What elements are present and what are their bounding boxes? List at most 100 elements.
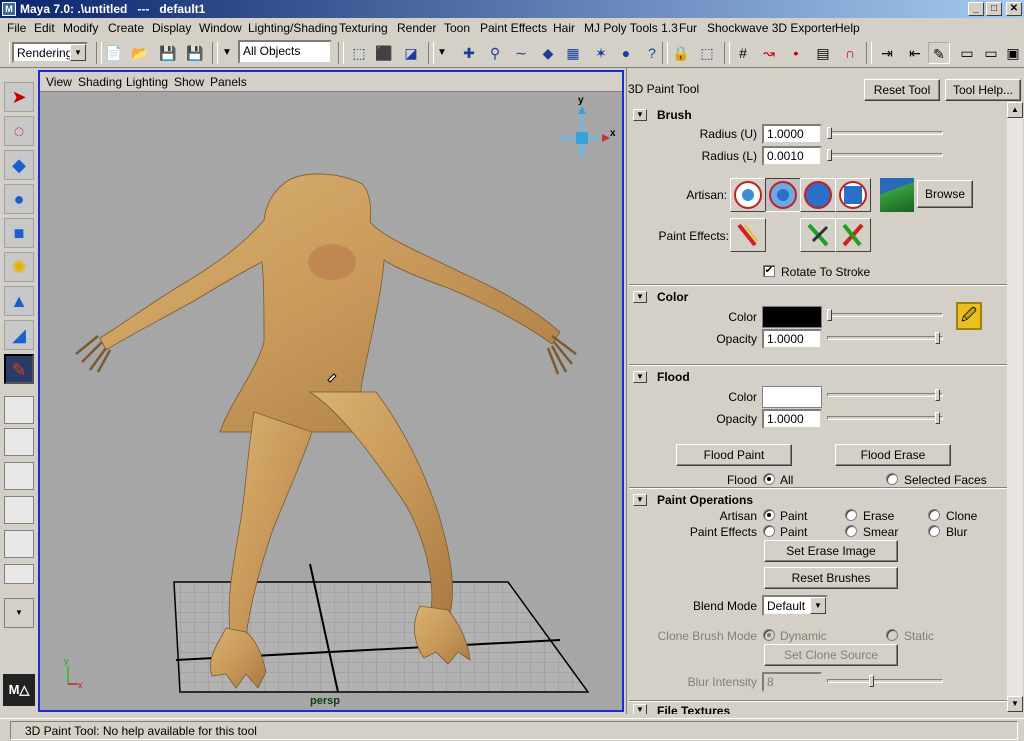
viewport-menu-show[interactable]: Show <box>174 75 204 89</box>
show-manip-icon[interactable]: ◢ <box>4 320 34 350</box>
menu-modify[interactable]: Modify <box>63 21 98 35</box>
snap-grid-icon[interactable]: # <box>732 42 754 64</box>
collapse-triangle-icon[interactable]: ▼ <box>633 291 647 303</box>
paint-effects-brush-icon[interactable] <box>730 218 766 252</box>
universal-manip-icon[interactable]: ✺ <box>4 252 34 282</box>
menu-render[interactable]: Render <box>397 21 436 35</box>
layout-persp-trax-icon[interactable] <box>4 564 34 584</box>
view-compass-icon[interactable] <box>560 106 610 158</box>
template-brush-icon[interactable] <box>835 218 871 252</box>
soft-mod-icon[interactable]: ▲ <box>4 286 34 316</box>
blur-intensity-field[interactable]: 8 <box>762 672 822 692</box>
deformations-icon[interactable]: ▦ <box>562 42 584 64</box>
eyedropper-icon[interactable]: 🖉 <box>956 302 982 330</box>
highlight-selection-icon[interactable]: ⬚ <box>696 42 718 64</box>
collapse-triangle-icon[interactable]: ▼ <box>633 371 647 383</box>
brush-square-icon[interactable] <box>835 178 871 212</box>
brush-solid-icon[interactable] <box>800 178 836 212</box>
viewport-scene[interactable]: y x y x persp <box>40 92 622 710</box>
save-scene-icon[interactable]: 💾 <box>157 42 179 64</box>
snap-point-icon[interactable]: • <box>785 42 807 64</box>
radius-u-field[interactable]: 1.0000 <box>762 124 822 144</box>
viewport-menu-view[interactable]: View <box>46 75 72 89</box>
scroll-up-icon[interactable]: ▲ <box>1007 102 1023 118</box>
menu-window[interactable]: Window <box>199 21 242 35</box>
menu-lighting-shading[interactable]: Lighting/Shading <box>248 21 337 35</box>
rendering-icon[interactable]: ● <box>615 42 637 64</box>
artisan-paint-radio[interactable] <box>763 509 775 521</box>
pe-paint-radio[interactable] <box>763 525 775 537</box>
curves-icon[interactable]: ∼ <box>510 42 532 64</box>
opacity-field[interactable]: 1.0000 <box>762 329 822 349</box>
maya-app-icon[interactable]: M <box>2 2 16 16</box>
menu-hair[interactable]: Hair <box>553 21 575 35</box>
dynamics-icon[interactable]: ✶ <box>590 42 612 64</box>
snap-view-plane-icon[interactable]: ▤ <box>812 42 834 64</box>
menu-paint-effects[interactable]: Paint Effects <box>480 21 547 35</box>
scale-tool-icon[interactable]: ■ <box>4 218 34 248</box>
mask-dropdown-icon[interactable]: ▼ <box>436 42 448 64</box>
layout-hypershade-icon[interactable] <box>4 530 34 558</box>
misc-help-icon[interactable]: ? <box>641 42 663 64</box>
blur-intensity-slider[interactable] <box>827 675 943 687</box>
set-erase-image-button[interactable]: Set Erase Image <box>764 540 898 562</box>
select-by-component-icon[interactable]: ◪ <box>400 42 422 64</box>
flood-section-header[interactable]: ▼ Flood <box>629 364 1007 386</box>
handles-icon[interactable]: ✚ <box>458 42 480 64</box>
paint-tool-icon[interactable]: ✎ <box>4 354 34 384</box>
flood-erase-button[interactable]: Flood Erase <box>835 444 951 466</box>
lasso-tool-icon[interactable]: ◌ <box>4 116 34 146</box>
menu-help[interactable]: Help <box>835 21 860 35</box>
collapse-triangle-icon[interactable]: ▼ <box>633 494 647 506</box>
menu-toon[interactable]: Toon <box>444 21 470 35</box>
artisan-clone-radio[interactable] <box>928 509 940 521</box>
menu-edit[interactable]: Edit <box>34 21 55 35</box>
flood-opacity-slider[interactable] <box>827 412 943 424</box>
new-scene-icon[interactable]: 📄 <box>103 42 125 64</box>
blend-mode-dropdown[interactable]: Default ▼ <box>762 595 828 616</box>
radius-l-slider[interactable] <box>827 149 943 161</box>
flood-paint-button[interactable]: Flood Paint <box>676 444 792 466</box>
render-globals-icon[interactable]: ▣ <box>1002 42 1024 64</box>
select-by-hierarchy-icon[interactable]: ⬚ <box>348 42 370 64</box>
menu-set-dropdown[interactable]: Rendering ▼ <box>12 42 88 63</box>
radius-u-slider[interactable] <box>827 127 943 139</box>
scroll-down-icon[interactable]: ▼ <box>1007 696 1023 712</box>
render-view-icon[interactable]: ▭ <box>956 42 978 64</box>
rotate-to-stroke-checkbox[interactable]: ✔ <box>763 265 775 277</box>
perspective-viewport[interactable]: View Shading Lighting Show Panels y x y … <box>38 70 624 712</box>
file-textures-section-header[interactable]: ▼ File Textures <box>629 700 1007 714</box>
snap-curve-icon[interactable]: ↝ <box>758 42 780 64</box>
set-clone-source-button[interactable]: Set Clone Source <box>764 644 898 666</box>
opacity-slider[interactable] <box>827 332 943 344</box>
select-tool-icon[interactable]: ➤ <box>4 82 34 112</box>
save-as-icon[interactable]: 💾 <box>184 42 206 64</box>
layout-four-pane-icon[interactable] <box>4 428 34 456</box>
menu-mj-poly-tools[interactable]: MJ Poly Tools 1.3 <box>584 21 678 35</box>
color-section-header[interactable]: ▼ Color <box>629 284 1007 306</box>
close-button[interactable]: ✕ <box>1006 2 1022 16</box>
surfaces-icon[interactable]: ◆ <box>537 42 559 64</box>
menu-texturing[interactable]: Texturing <box>339 21 388 35</box>
ipr-render-icon[interactable]: ▭ <box>980 42 1002 64</box>
paint-color-slider[interactable] <box>827 309 943 321</box>
clone-static-radio[interactable] <box>886 629 898 641</box>
menu-create[interactable]: Create <box>108 21 144 35</box>
paint-color-swatch[interactable] <box>762 306 822 328</box>
construction-history-icon[interactable]: ✎ <box>928 42 950 64</box>
browse-button[interactable]: Browse <box>917 180 973 208</box>
selection-mode-icon[interactable]: ▼ <box>220 42 234 64</box>
browse-stamp-icon[interactable] <box>880 178 914 212</box>
brush-soft-icon[interactable] <box>765 178 801 212</box>
handle-icon[interactable] <box>4 42 10 64</box>
open-scene-icon[interactable]: 📂 <box>129 42 151 64</box>
get-brush-icon[interactable] <box>800 218 836 252</box>
viewport-menu-lighting[interactable]: Lighting <box>126 75 168 89</box>
reset-brushes-button[interactable]: Reset Brushes <box>764 567 898 589</box>
flood-opacity-field[interactable]: 1.0000 <box>762 409 822 429</box>
pe-smear-radio[interactable] <box>845 525 857 537</box>
layout-more-icon[interactable]: ▼ <box>4 598 34 628</box>
clone-dynamic-radio[interactable] <box>763 629 775 641</box>
menu-fur[interactable]: Fur <box>679 21 697 35</box>
flood-all-radio[interactable] <box>763 473 775 485</box>
